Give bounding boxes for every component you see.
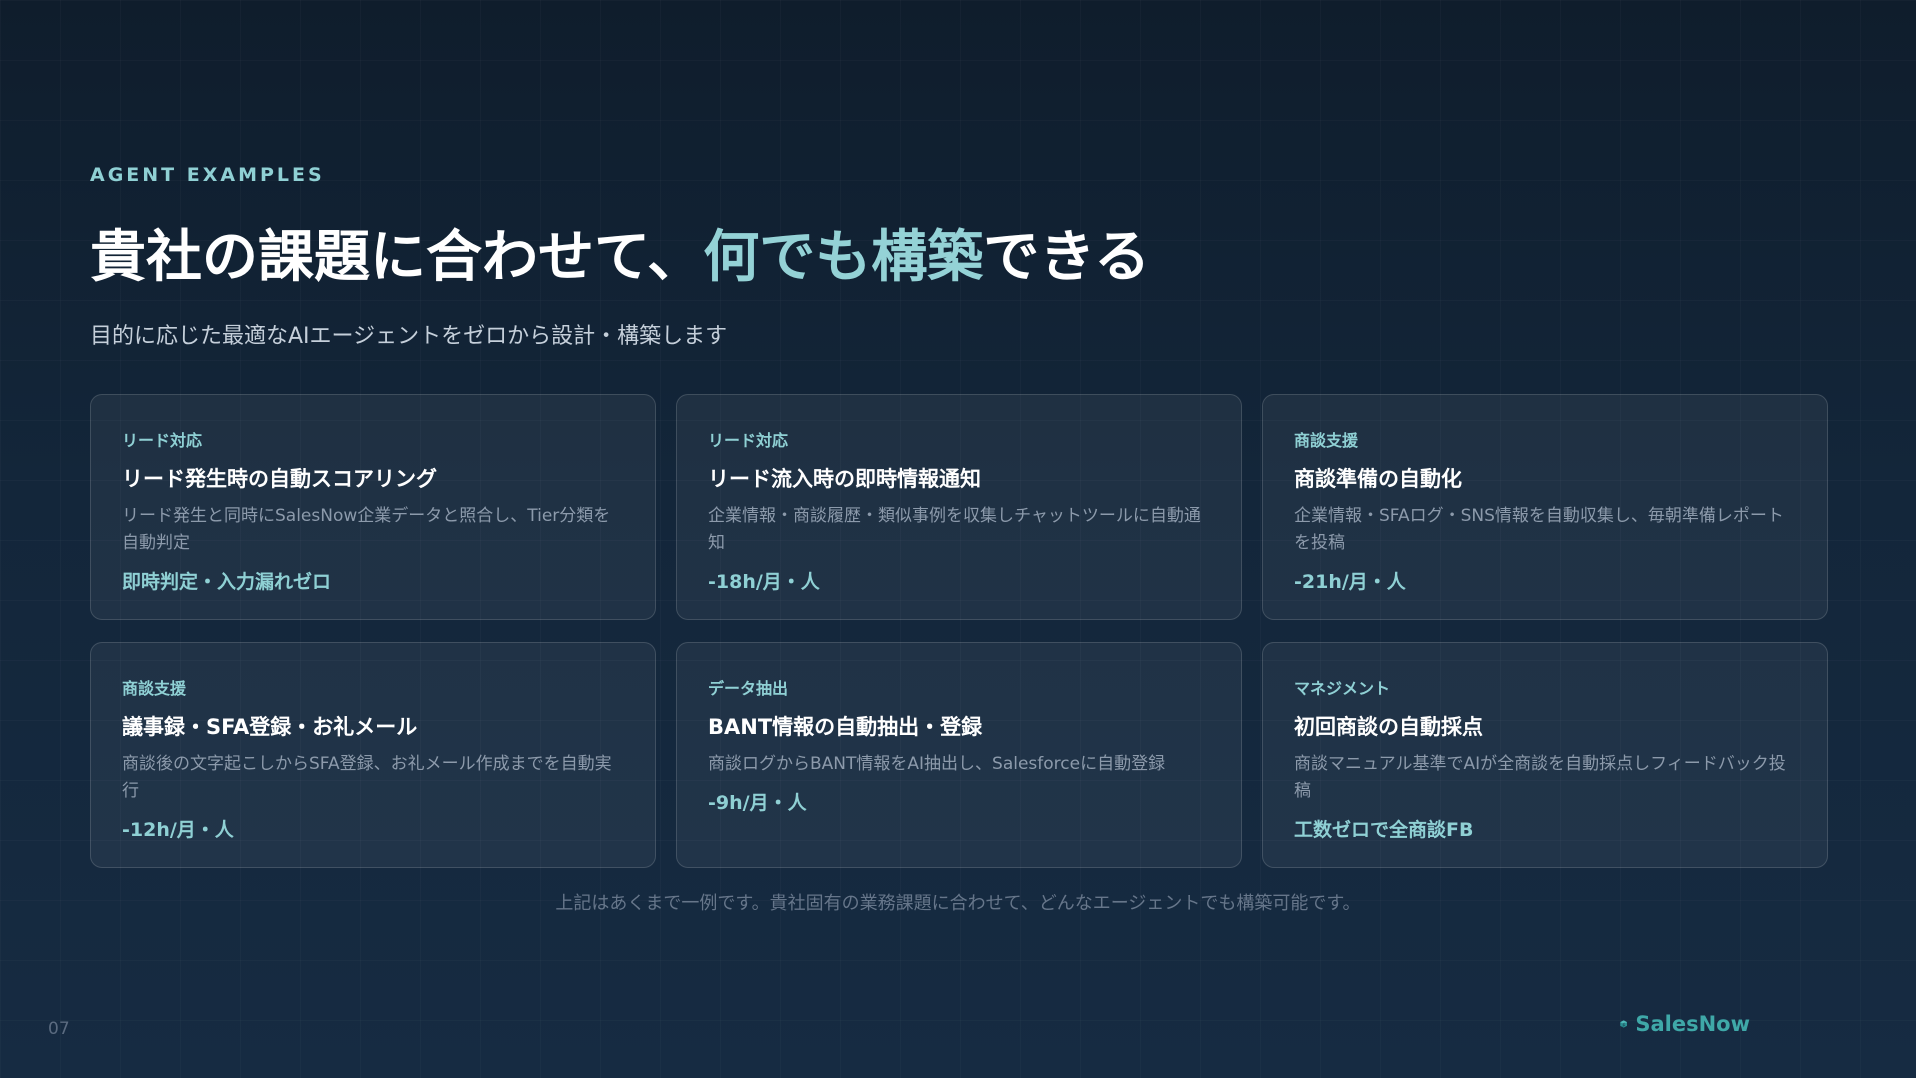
card-metric: 即時判定・入力漏れゼロ [122, 571, 332, 593]
agent-card-meeting-prep: 商談支援 商談準備の自動化 企業情報・SFAログ・SNS情報を自動収集し、毎朝準… [1262, 394, 1828, 620]
card-title: 議事録・SFA登録・お礼メール [122, 715, 418, 739]
agent-card-lead-scoring: リード対応 リード発生時の自動スコアリング リード発生と同時にSalesNow企… [90, 394, 656, 620]
title-main: 貴社の課題に合わせて、 [90, 225, 704, 290]
card-metric: -12h/月・人 [122, 819, 234, 841]
card-description: 商談後の文字起こしからSFA登録、お礼メール作成までを自動実行 [122, 754, 612, 801]
card-category-tag: 商談支援 [122, 679, 187, 698]
card-title: リード流入時の即時情報通知 [708, 467, 981, 491]
card-description: リード発生と同時にSalesNow企業データと照合し、Tier分類を自動判定 [122, 506, 611, 553]
agent-card-meeting-scoring: マネジメント 初回商談の自動採点 商談マニュアル基準でAIが全商談を自動採点しフ… [1262, 642, 1828, 868]
brand-name: SalesNow [1635, 1012, 1750, 1036]
agent-card-lead-notification: リード対応 リード流入時の即時情報通知 企業情報・商談履歴・類似事例を収集しチャ… [676, 394, 1242, 620]
card-category-tag: 商談支援 [1294, 431, 1359, 450]
card-description: 商談ログからBANT情報をAI抽出し、Salesforceに自動登録 [708, 754, 1166, 774]
card-category-tag: マネジメント [1294, 679, 1391, 698]
page-number: 07 [48, 1019, 70, 1039]
card-metric: -21h/月・人 [1294, 571, 1406, 593]
section-eyebrow: AGENT EXAMPLES [90, 164, 325, 186]
card-category-tag: リード対応 [122, 431, 203, 450]
slide: AGENT EXAMPLES 貴社の課題に合わせて、何でも構築できる 目的に応じ… [0, 0, 1916, 1078]
card-description: 企業情報・SFAログ・SNS情報を自動収集し、毎朝準備レポートを投稿 [1294, 506, 1784, 553]
footnote: 上記はあくまで一例です。貴社固有の業務課題に合わせて、どんなエージェントでも構築… [555, 893, 1361, 914]
page-subtitle: 目的に応じた最適なAIエージェントをゼロから設計・構築します [90, 324, 728, 349]
card-metric: -18h/月・人 [708, 571, 820, 593]
agent-cards-grid: リード対応 リード発生時の自動スコアリング リード発生と同時にSalesNow企… [90, 394, 1828, 868]
card-metric: 工数ゼロで全商談FB [1294, 819, 1474, 841]
card-title: BANT情報の自動抽出・登録 [708, 715, 983, 739]
page-title: 貴社の課題に合わせて、何でも構築できる [90, 212, 1150, 293]
card-title: 初回商談の自動採点 [1294, 715, 1483, 739]
card-category-tag: リード対応 [708, 431, 789, 450]
title-tail: できる [983, 225, 1151, 290]
card-description: 企業情報・商談履歴・類似事例を収集しチャットツールに自動通知 [708, 506, 1201, 553]
card-description: 商談マニュアル基準でAIが全商談を自動採点しフィードバック投稿 [1294, 754, 1786, 801]
salesnow-logo-icon [1620, 1020, 1628, 1028]
card-metric: -9h/月・人 [708, 792, 807, 814]
card-title: リード発生時の自動スコアリング [122, 467, 437, 491]
card-title: 商談準備の自動化 [1294, 467, 1462, 491]
card-category-tag: データ抽出 [708, 679, 789, 698]
agent-card-minutes-sfa-email: 商談支援 議事録・SFA登録・お礼メール 商談後の文字起こしからSFA登録、お礼… [90, 642, 656, 868]
title-accent: 何でも構築 [703, 225, 984, 290]
brand-logo: SalesNow [1620, 1009, 1750, 1039]
agent-card-bant-extraction: データ抽出 BANT情報の自動抽出・登録 商談ログからBANT情報をAI抽出し、… [676, 642, 1242, 868]
